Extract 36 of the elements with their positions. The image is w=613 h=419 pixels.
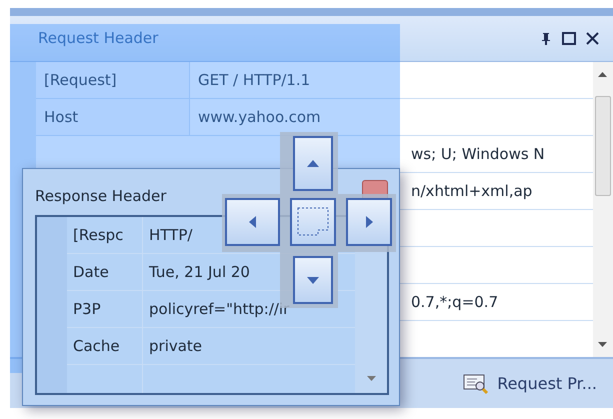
close-icon[interactable] bbox=[586, 32, 599, 45]
table-cell: Tue, 21 Jul 20 bbox=[149, 262, 250, 281]
dock-center-button[interactable] bbox=[290, 198, 336, 246]
left-arrow-icon bbox=[249, 216, 256, 228]
tabbed-document-icon bbox=[296, 206, 330, 238]
table-cell: ws; U; Windows N bbox=[411, 144, 545, 163]
document-search-icon bbox=[463, 372, 490, 394]
dock-bottom-button[interactable] bbox=[293, 256, 333, 304]
table-cell: private bbox=[149, 336, 202, 355]
scrollbar[interactable] bbox=[593, 62, 613, 357]
table-cell: GET / HTTP/1.1 bbox=[198, 70, 310, 89]
table-cell: n/xhtml+xml,ap bbox=[411, 182, 532, 200]
scroll-down-icon[interactable] bbox=[598, 342, 607, 347]
table-cell: 0.7,*;q=0.7 bbox=[411, 292, 498, 311]
down-arrow-icon bbox=[307, 276, 319, 284]
dock-top-button[interactable] bbox=[293, 136, 333, 191]
table-cell: policyref="http://ir bbox=[149, 300, 290, 318]
pin-icon[interactable] bbox=[540, 32, 552, 46]
dock-right-button[interactable] bbox=[346, 198, 392, 246]
dock-left-button[interactable] bbox=[225, 198, 280, 246]
window-title: Response Header bbox=[35, 186, 166, 207]
table-cell: HTTP/ bbox=[149, 226, 192, 244]
right-arrow-icon bbox=[366, 216, 372, 228]
table-cell-text: [Request] bbox=[44, 70, 117, 91]
panel-title: Request Header bbox=[38, 28, 160, 50]
scroll-up-icon[interactable] bbox=[598, 72, 607, 77]
table-cell-text: Date bbox=[73, 262, 109, 283]
table-cell-text: Cache bbox=[73, 336, 120, 357]
maximize-icon[interactable] bbox=[562, 32, 576, 45]
table-cell-text: [Respc bbox=[73, 224, 124, 246]
table-cell-text: Host bbox=[44, 106, 78, 128]
table-cell: www.yahoo.com bbox=[198, 108, 321, 126]
panel-tab[interactable]: Request Pr... bbox=[463, 372, 597, 396]
scroll-down-icon[interactable] bbox=[367, 376, 376, 381]
up-arrow-icon bbox=[307, 160, 319, 167]
table-cell-text: P3P bbox=[73, 298, 101, 320]
